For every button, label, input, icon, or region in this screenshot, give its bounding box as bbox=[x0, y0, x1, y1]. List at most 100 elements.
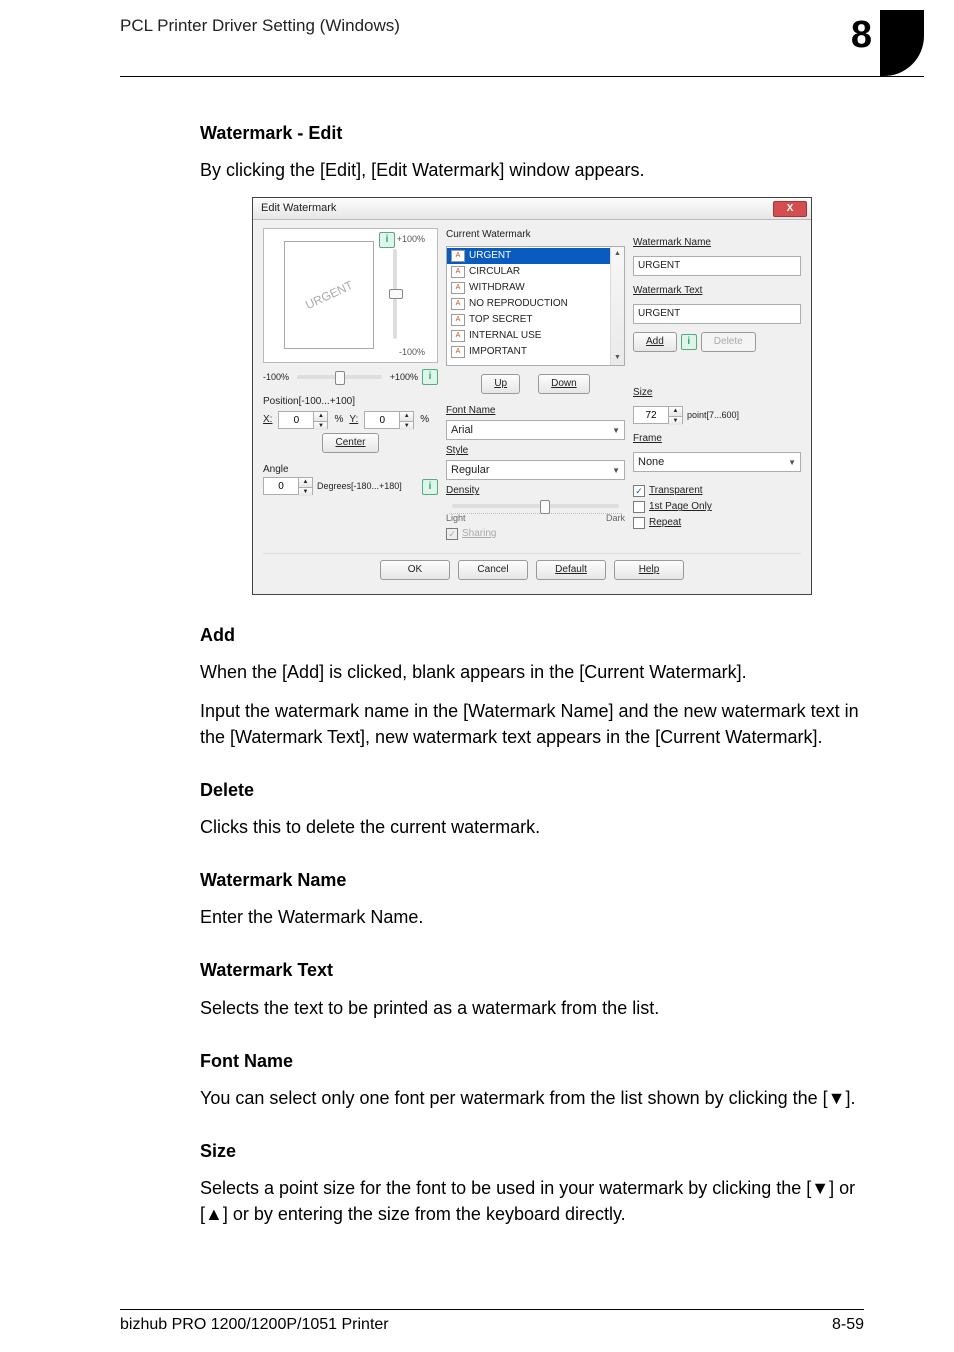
current-watermark-label: Current Watermark bbox=[446, 228, 625, 242]
density-label: Density bbox=[446, 484, 625, 498]
x-input[interactable] bbox=[279, 412, 313, 428]
chevron-down-icon[interactable]: ▼ bbox=[669, 417, 682, 425]
font-name-text: You can select only one font per waterma… bbox=[200, 1086, 864, 1111]
first-page-checkbox[interactable] bbox=[633, 501, 645, 513]
list-item[interactable]: ACIRCULAR bbox=[447, 264, 610, 280]
angle-stepper[interactable]: ▲▼ bbox=[263, 477, 313, 495]
help-button[interactable]: Help bbox=[614, 560, 684, 580]
chevron-up-icon[interactable]: ▲ bbox=[400, 412, 413, 421]
chevron-down-icon[interactable]: ▼ bbox=[400, 422, 413, 430]
watermark-glyph-icon: A bbox=[451, 250, 465, 262]
preview-box: i +100% URGENT -100% bbox=[263, 228, 438, 363]
chapter-tab-shape bbox=[880, 10, 924, 76]
watermark-glyph-icon: A bbox=[451, 346, 465, 358]
chapter-number: 8 bbox=[851, 10, 880, 57]
sharing-label: Sharing bbox=[462, 527, 496, 541]
horizontal-slider[interactable] bbox=[297, 375, 382, 379]
chevron-up-icon[interactable]: ▲ bbox=[299, 478, 312, 487]
intro-text: By clicking the [Edit], [Edit Watermark]… bbox=[200, 158, 864, 183]
info-icon[interactable]: i bbox=[422, 369, 438, 385]
sharing-checkbox: ✓ bbox=[446, 528, 458, 540]
watermark-name-text: Enter the Watermark Name. bbox=[200, 905, 864, 930]
watermark-name-label: Watermark Name bbox=[633, 236, 801, 250]
chevron-down-icon: ▼ bbox=[788, 457, 796, 468]
y-stepper[interactable]: ▲▼ bbox=[364, 411, 414, 429]
list-item[interactable]: AWITHDRAW bbox=[447, 280, 610, 296]
chevron-up-icon[interactable]: ▲ bbox=[611, 247, 624, 261]
close-icon: X bbox=[787, 202, 794, 216]
list-item[interactable]: AINTERNAL USE bbox=[447, 328, 610, 344]
vertical-slider[interactable] bbox=[393, 249, 397, 339]
x-stepper[interactable]: ▲▼ bbox=[278, 411, 328, 429]
first-page-label: 1st Page Only bbox=[649, 500, 712, 514]
watermark-text-text: Selects the text to be printed as a wate… bbox=[200, 996, 864, 1021]
delete-button[interactable]: Delete bbox=[701, 332, 756, 352]
watermark-text-label: Watermark Text bbox=[633, 284, 801, 298]
chevron-down-icon: ▼ bbox=[612, 425, 620, 436]
up-button[interactable]: Up bbox=[481, 374, 520, 394]
repeat-checkbox[interactable] bbox=[633, 517, 645, 529]
watermark-glyph-icon: A bbox=[451, 314, 465, 326]
chevron-down-icon[interactable]: ▼ bbox=[299, 488, 312, 496]
frame-label: Frame bbox=[633, 432, 801, 446]
center-button[interactable]: Center bbox=[322, 433, 378, 453]
ok-button[interactable]: OK bbox=[380, 560, 450, 580]
down-button[interactable]: Down bbox=[538, 374, 590, 394]
watermark-text-input[interactable]: URGENT bbox=[633, 304, 801, 324]
chevron-down-icon[interactable]: ▼ bbox=[611, 351, 624, 365]
heading-watermark-name: Watermark Name bbox=[200, 868, 864, 893]
footer-left: bizhub PRO 1200/1200P/1051 Printer bbox=[120, 1316, 389, 1334]
watermark-glyph-icon: A bbox=[451, 282, 465, 294]
info-icon[interactable]: i bbox=[681, 334, 697, 350]
edit-watermark-dialog: Edit Watermark X i +100% URGENT -100% -1… bbox=[252, 197, 812, 595]
size-stepper[interactable]: ▲▼ bbox=[633, 406, 683, 424]
y-pct: % bbox=[420, 413, 429, 427]
transparent-label: Transparent bbox=[649, 484, 703, 498]
vslider-max-label: +100% bbox=[397, 233, 425, 246]
angle-input[interactable] bbox=[264, 478, 298, 494]
watermark-glyph-icon: A bbox=[451, 266, 465, 278]
chevron-down-icon: ▼ bbox=[612, 465, 620, 476]
style-label: Style bbox=[446, 444, 625, 458]
preview-thumbnail: URGENT bbox=[284, 241, 374, 349]
watermark-listbox[interactable]: ▲▼ AURGENT ACIRCULAR AWITHDRAW ANO REPRO… bbox=[446, 246, 625, 366]
font-name-label: Font Name bbox=[446, 404, 625, 418]
font-name-select[interactable]: Arial▼ bbox=[446, 420, 625, 440]
close-button[interactable]: X bbox=[773, 201, 807, 217]
angle-label: Angle bbox=[263, 463, 402, 477]
chapter-badge: 8 bbox=[851, 10, 924, 76]
heading-watermark-text: Watermark Text bbox=[200, 958, 864, 983]
dialog-title: Edit Watermark bbox=[261, 201, 336, 216]
transparent-checkbox[interactable]: ✓ bbox=[633, 485, 645, 497]
x-label: X: bbox=[263, 413, 272, 427]
chevron-down-icon[interactable]: ▼ bbox=[314, 422, 327, 430]
y-label: Y: bbox=[349, 413, 358, 427]
heading-watermark-edit: Watermark - Edit bbox=[200, 121, 864, 146]
list-item[interactable]: ANO REPRODUCTION bbox=[447, 296, 610, 312]
default-button[interactable]: Default bbox=[536, 560, 606, 580]
size-text: Selects a point size for the font to be … bbox=[200, 1176, 864, 1226]
info-icon[interactable]: i bbox=[379, 232, 395, 248]
chevron-up-icon[interactable]: ▲ bbox=[314, 412, 327, 421]
list-item[interactable]: ATOP SECRET bbox=[447, 312, 610, 328]
scrollbar[interactable]: ▲▼ bbox=[610, 247, 624, 365]
cancel-button[interactable]: Cancel bbox=[458, 560, 528, 580]
list-item[interactable]: AURGENT bbox=[447, 248, 610, 264]
style-select[interactable]: Regular▼ bbox=[446, 460, 625, 480]
footer-right: 8-59 bbox=[832, 1316, 864, 1334]
list-item[interactable]: AIMPORTANT bbox=[447, 344, 610, 360]
heading-delete: Delete bbox=[200, 778, 864, 803]
y-input[interactable] bbox=[365, 412, 399, 428]
watermark-name-input[interactable]: URGENT bbox=[633, 256, 801, 276]
add-button[interactable]: Add bbox=[633, 332, 677, 352]
add-text-1: When the [Add] is clicked, blank appears… bbox=[200, 660, 864, 685]
heading-size: Size bbox=[200, 1139, 864, 1164]
chevron-up-icon[interactable]: ▲ bbox=[669, 407, 682, 416]
info-icon[interactable]: i bbox=[422, 479, 438, 495]
frame-select[interactable]: None▼ bbox=[633, 452, 801, 472]
size-range: point[7...600] bbox=[687, 409, 739, 422]
footer-rule bbox=[120, 1309, 864, 1310]
x-pct: % bbox=[334, 413, 343, 427]
size-input[interactable] bbox=[634, 407, 668, 423]
density-slider[interactable] bbox=[452, 504, 619, 508]
